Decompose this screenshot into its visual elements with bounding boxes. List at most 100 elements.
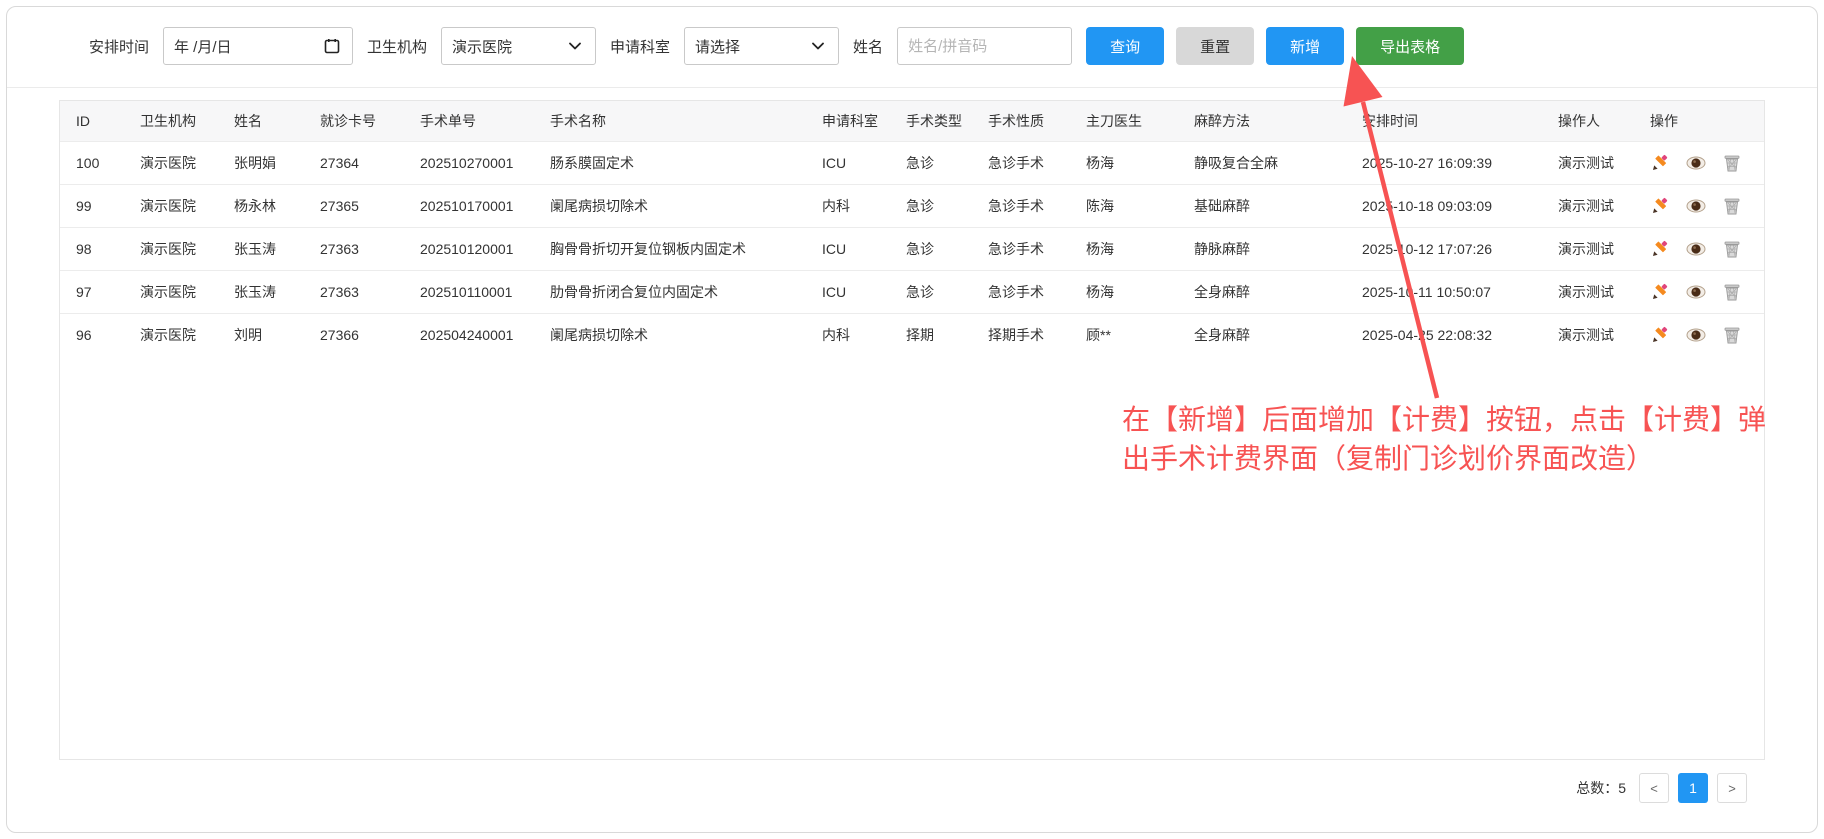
cell-card: 27364: [304, 141, 404, 184]
cell-dept: ICU: [806, 141, 890, 184]
col-name: 姓名: [218, 101, 304, 141]
view-eye-icon[interactable]: [1686, 153, 1706, 173]
col-anesthesia: 麻醉方法: [1178, 101, 1346, 141]
filter-bar: 安排时间 年 /月/日 卫生机构 演示医院 申请科室 请选择 姓名 查询 重置: [7, 7, 1817, 88]
cell-doctor: 杨海: [1070, 227, 1178, 270]
cell-nature: 急诊手术: [972, 227, 1070, 270]
dept-label: 申请科室: [610, 36, 670, 57]
cell-doctor: 陈海: [1070, 184, 1178, 227]
cell-surgery: 肠系膜固定术: [534, 141, 806, 184]
table-row: 98 演示医院 张玉涛 27363 202510120001 胸骨骨折切开复位钢…: [60, 227, 1764, 270]
view-eye-icon[interactable]: [1686, 239, 1706, 259]
calendar-icon[interactable]: [322, 36, 342, 56]
surgery-table: ID 卫生机构 姓名 就诊卡号 手术单号 手术名称 申请科室 手术类型 手术性质…: [60, 101, 1764, 356]
cell-operator: 演示测试: [1542, 227, 1634, 270]
cell-id: 98: [60, 227, 124, 270]
table-row: 99 演示医院 杨永林 27365 202510170001 阑尾病损切除术 内…: [60, 184, 1764, 227]
cell-id: 100: [60, 141, 124, 184]
cell-operator: 演示测试: [1542, 141, 1634, 184]
name-input[interactable]: [908, 38, 1061, 55]
cell-org: 演示医院: [124, 141, 218, 184]
cell-order: 202510120001: [404, 227, 534, 270]
cell-surgery: 阑尾病损切除术: [534, 313, 806, 356]
cell-time: 2025-10-11 10:50:07: [1346, 270, 1542, 313]
org-select[interactable]: 演示医院: [441, 27, 596, 65]
cell-anesthesia: 静吸复合全麻: [1178, 141, 1346, 184]
cell-dept: 内科: [806, 313, 890, 356]
edit-pencil-icon[interactable]: [1650, 239, 1670, 259]
cell-org: 演示医院: [124, 184, 218, 227]
cell-card: 27363: [304, 270, 404, 313]
cell-actions: [1634, 227, 1764, 270]
chevron-down-icon: [808, 36, 828, 56]
col-card: 就诊卡号: [304, 101, 404, 141]
edit-pencil-icon[interactable]: [1650, 153, 1670, 173]
dept-select[interactable]: 请选择: [684, 27, 839, 65]
cell-type: 择期: [890, 313, 972, 356]
schedule-time-label: 安排时间: [89, 36, 149, 57]
cell-order: 202504240001: [404, 313, 534, 356]
cell-type: 急诊: [890, 270, 972, 313]
delete-trash-icon[interactable]: [1722, 239, 1742, 259]
next-page-button[interactable]: >: [1717, 773, 1747, 803]
cell-dept: ICU: [806, 227, 890, 270]
edit-pencil-icon[interactable]: [1650, 325, 1670, 345]
delete-trash-icon[interactable]: [1722, 153, 1742, 173]
cell-time: 2025-10-27 16:09:39: [1346, 141, 1542, 184]
cell-type: 急诊: [890, 227, 972, 270]
table-body: 100 演示医院 张明娟 27364 202510270001 肠系膜固定术 I…: [60, 141, 1764, 356]
delete-trash-icon[interactable]: [1722, 282, 1742, 302]
col-operator: 操作人: [1542, 101, 1634, 141]
surgery-table-card: ID 卫生机构 姓名 就诊卡号 手术单号 手术名称 申请科室 手术类型 手术性质…: [59, 100, 1765, 760]
cell-id: 97: [60, 270, 124, 313]
col-order: 手术单号: [404, 101, 534, 141]
reset-button[interactable]: 重置: [1176, 27, 1254, 65]
view-eye-icon[interactable]: [1686, 325, 1706, 345]
chevron-down-icon: [565, 36, 585, 56]
edit-pencil-icon[interactable]: [1650, 282, 1670, 302]
cell-doctor: 杨海: [1070, 270, 1178, 313]
schedule-date-input[interactable]: 年 /月/日: [163, 27, 353, 65]
delete-trash-icon[interactable]: [1722, 325, 1742, 345]
cell-operator: 演示测试: [1542, 313, 1634, 356]
view-eye-icon[interactable]: [1686, 282, 1706, 302]
cell-anesthesia: 全身麻醉: [1178, 270, 1346, 313]
query-button[interactable]: 查询: [1086, 27, 1164, 65]
edit-pencil-icon[interactable]: [1650, 196, 1670, 216]
cell-card: 27363: [304, 227, 404, 270]
cell-time: 2025-10-12 17:07:26: [1346, 227, 1542, 270]
cell-actions: [1634, 313, 1764, 356]
cell-name: 张明娟: [218, 141, 304, 184]
cell-id: 99: [60, 184, 124, 227]
name-label: 姓名: [853, 36, 883, 57]
app-frame: 安排时间 年 /月/日 卫生机构 演示医院 申请科室 请选择 姓名 查询 重置: [6, 6, 1818, 833]
cell-nature: 急诊手术: [972, 184, 1070, 227]
org-label: 卫生机构: [367, 36, 427, 57]
prev-page-button[interactable]: <: [1639, 773, 1669, 803]
table-row: 96 演示医院 刘明 27366 202504240001 阑尾病损切除术 内科…: [60, 313, 1764, 356]
cell-surgery: 阑尾病损切除术: [534, 184, 806, 227]
add-button[interactable]: 新增: [1266, 27, 1344, 65]
cell-id: 96: [60, 313, 124, 356]
dept-select-value: 请选择: [695, 36, 740, 57]
pagination: 总数：5 < 1 >: [1576, 773, 1747, 803]
cell-name: 杨永林: [218, 184, 304, 227]
cell-org: 演示医院: [124, 313, 218, 356]
cell-anesthesia: 基础麻醉: [1178, 184, 1346, 227]
name-input-wrap: [897, 27, 1072, 65]
cell-org: 演示医院: [124, 227, 218, 270]
total-value: 5: [1618, 780, 1626, 796]
cell-order: 202510270001: [404, 141, 534, 184]
page-1-button[interactable]: 1: [1678, 773, 1708, 803]
col-doctor: 主刀医生: [1070, 101, 1178, 141]
cell-type: 急诊: [890, 141, 972, 184]
view-eye-icon[interactable]: [1686, 196, 1706, 216]
table-header: ID 卫生机构 姓名 就诊卡号 手术单号 手术名称 申请科室 手术类型 手术性质…: [60, 101, 1764, 141]
col-time: 安排时间: [1346, 101, 1542, 141]
col-surgery: 手术名称: [534, 101, 806, 141]
export-button[interactable]: 导出表格: [1356, 27, 1464, 65]
cell-surgery: 胸骨骨折切开复位钢板内固定术: [534, 227, 806, 270]
table-row: 97 演示医院 张玉涛 27363 202510110001 肋骨骨折闭合复位内…: [60, 270, 1764, 313]
col-nature: 手术性质: [972, 101, 1070, 141]
delete-trash-icon[interactable]: [1722, 196, 1742, 216]
